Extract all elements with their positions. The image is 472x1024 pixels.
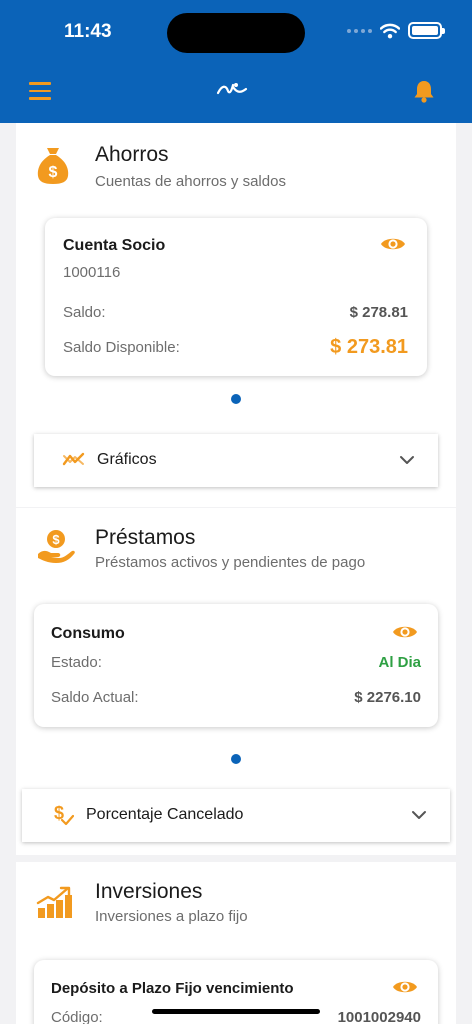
deposit-title: Depósito a Plazo Fijo vencimiento: [51, 980, 294, 997]
deposit-code-value: 1001002940: [337, 1009, 421, 1024]
svg-text:$: $: [49, 164, 58, 181]
account-title: Cuenta Socio: [63, 237, 166, 254]
carousel-indicator[interactable]: [231, 754, 241, 764]
loan-status-value: Al Dia: [378, 654, 421, 671]
charts-expander-label: Gráficos: [97, 451, 157, 468]
savings-account-card[interactable]: Cuenta Socio 1000116 Saldo: $ 278.81 Sal…: [45, 218, 427, 376]
eye-icon[interactable]: [392, 978, 418, 996]
svg-text:$: $: [52, 532, 60, 547]
loan-status-label: Estado:: [51, 654, 102, 671]
chevron-down-icon[interactable]: [399, 454, 415, 466]
hand-coin-icon: $: [38, 530, 75, 563]
home-indicator[interactable]: [152, 1009, 320, 1014]
loan-title: Consumo: [51, 625, 125, 642]
loan-balance-value: $ 2276.10: [354, 689, 421, 706]
investments-subtitle: Inversiones a plazo fijo: [95, 908, 248, 925]
loans-section: $ Préstamos Préstamos activos y pendient…: [16, 508, 456, 855]
carousel-indicator[interactable]: [231, 394, 241, 404]
hamburger-icon[interactable]: [29, 82, 51, 100]
money-bag-icon: $: [37, 148, 69, 184]
loan-balance-label: Saldo Actual:: [51, 689, 139, 706]
bell-icon[interactable]: [413, 79, 435, 103]
bar-chart-up-icon: [36, 886, 72, 918]
available-balance-value: $ 273.81: [330, 336, 408, 358]
loans-subtitle: Préstamos activos y pendientes de pago: [95, 554, 366, 571]
percentage-paid-label: Porcentaje Cancelado: [86, 806, 244, 823]
cellular-signal-icon: [347, 28, 372, 33]
eye-icon[interactable]: [380, 235, 406, 253]
loans-title: Préstamos: [95, 526, 196, 549]
eye-icon[interactable]: [392, 623, 418, 641]
account-number: 1000116: [63, 264, 121, 281]
investments-title: Inversiones: [95, 880, 203, 903]
app-logo-icon: [216, 83, 248, 95]
status-time: 11:43: [64, 21, 112, 42]
battery-icon: [408, 22, 445, 39]
investments-section: Inversiones Inversiones a plazo fijo Dep…: [16, 862, 456, 1024]
chevron-down-icon[interactable]: [411, 809, 427, 821]
available-balance-label: Saldo Disponible:: [63, 339, 180, 356]
wifi-icon: [380, 23, 400, 38]
savings-subtitle: Cuentas de ahorros y saldos: [95, 173, 286, 190]
trend-chart-icon: [62, 452, 85, 466]
balance-label: Saldo:: [63, 304, 106, 321]
charts-expander[interactable]: Gráficos: [34, 434, 438, 487]
balance-value: $ 278.81: [349, 304, 408, 321]
app-header: 11:43: [0, 0, 472, 123]
dollar-check-icon: $: [54, 803, 74, 826]
deposit-code-label: Código:: [51, 1009, 103, 1024]
status-icons: [347, 22, 445, 39]
fixed-deposit-card[interactable]: Depósito a Plazo Fijo vencimiento Código…: [34, 960, 438, 1024]
loan-card[interactable]: Consumo Estado: Al Dia Saldo Actual: $ 2…: [34, 604, 438, 727]
dynamic-island: [167, 13, 305, 53]
percentage-paid-expander[interactable]: $ Porcentaje Cancelado: [22, 789, 450, 842]
savings-title: Ahorros: [95, 143, 169, 166]
savings-section: $ Ahorros Cuentas de ahorros y saldos Cu…: [16, 123, 456, 507]
